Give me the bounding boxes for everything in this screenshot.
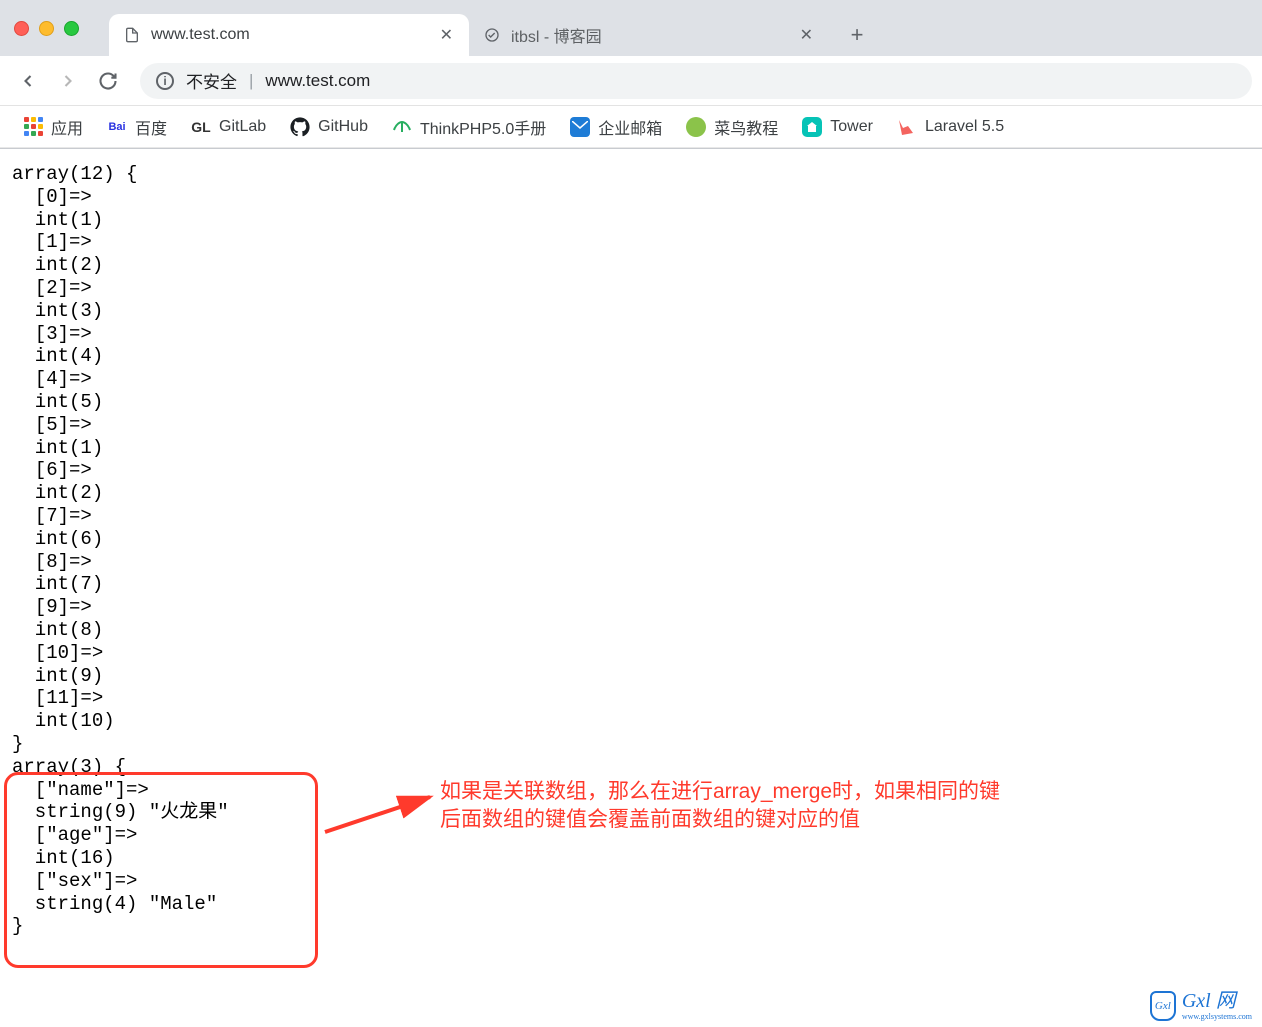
apps-icon	[24, 117, 43, 136]
php-output-array2: array(3) { ["name"]=> string(9) "火龙果" ["…	[12, 756, 229, 938]
toolbar: i 不安全 | www.test.com	[0, 56, 1262, 106]
baidu-icon: Bai	[107, 117, 127, 137]
page-favicon-icon	[483, 26, 501, 44]
new-tab-button[interactable]: +	[841, 19, 873, 51]
tab-title: itbsl - 博客园	[511, 23, 798, 47]
annotation-text: 如果是关联数组，那么在进行array_merge时，如果相同的键 后面数组的键值…	[440, 778, 1000, 835]
reload-button[interactable]	[90, 63, 126, 99]
tab-inactive[interactable]: itbsl - 博客园 ✕	[469, 14, 829, 56]
separator: |	[249, 71, 253, 91]
back-button[interactable]	[10, 63, 46, 99]
bookmark-thinkphp[interactable]: ThinkPHP5.0手册	[384, 111, 554, 143]
url-text: www.test.com	[265, 71, 370, 91]
tower-icon	[802, 117, 822, 137]
bookmark-label: GitLab	[219, 118, 266, 136]
address-bar[interactable]: i 不安全 | www.test.com	[140, 63, 1252, 99]
annotation-line2: 后面数组的键值会覆盖前面数组的键对应的值	[440, 806, 1000, 834]
bookmark-apps[interactable]: 应用	[16, 111, 91, 143]
watermark-url: www.gxlsystems.com	[1182, 1012, 1252, 1021]
gitlab-icon: GL	[191, 117, 211, 137]
annotation-line1: 如果是关联数组，那么在进行array_merge时，如果相同的键	[440, 778, 1000, 806]
bookmark-label: 菜鸟教程	[714, 115, 778, 139]
bookmark-label: ThinkPHP5.0手册	[420, 115, 546, 139]
bookmark-label: 百度	[135, 115, 167, 139]
bookmark-laravel[interactable]: Laravel 5.5	[889, 113, 1012, 141]
window-controls	[14, 21, 79, 36]
site-info-icon[interactable]: i	[156, 72, 174, 90]
thinkphp-icon	[392, 117, 412, 137]
bookmark-tower[interactable]: Tower	[794, 113, 881, 141]
mail-icon	[570, 117, 590, 137]
watermark-shield-icon: Gxl	[1150, 991, 1176, 1021]
github-icon	[290, 117, 310, 137]
bookmark-mail[interactable]: 企业邮箱	[562, 111, 670, 143]
bookmark-gitlab[interactable]: GL GitLab	[183, 113, 274, 141]
bookmark-github[interactable]: GitHub	[282, 113, 376, 141]
minimize-window-icon[interactable]	[39, 21, 54, 36]
bookmark-label: Tower	[830, 118, 873, 136]
tab-strip: www.test.com ✕ itbsl - 博客园 ✕ +	[109, 14, 873, 56]
bookmark-runoob[interactable]: 菜鸟教程	[678, 111, 786, 143]
page-favicon-icon	[123, 26, 141, 44]
bookmark-baidu[interactable]: Bai 百度	[99, 111, 175, 143]
titlebar: www.test.com ✕ itbsl - 博客园 ✕ +	[0, 0, 1262, 56]
watermark-title: Gxl 网	[1182, 990, 1236, 1012]
tab-active[interactable]: www.test.com ✕	[109, 14, 469, 56]
security-status: 不安全	[186, 68, 237, 93]
runoob-icon	[686, 117, 706, 137]
bookmark-label: 应用	[51, 115, 83, 139]
tab-title: www.test.com	[151, 26, 438, 44]
bookmark-label: Laravel 5.5	[925, 118, 1004, 136]
watermark-badge: Gxl	[1155, 1000, 1171, 1012]
close-tab-icon[interactable]: ✕	[798, 23, 815, 47]
laravel-icon	[897, 117, 917, 137]
php-output-array1: array(12) { [0]=> int(1) [1]=> int(2) [2…	[12, 163, 137, 755]
bookmark-label: 企业邮箱	[598, 115, 662, 139]
close-window-icon[interactable]	[14, 21, 29, 36]
forward-button[interactable]	[50, 63, 86, 99]
browser-chrome: www.test.com ✕ itbsl - 博客园 ✕ +	[0, 0, 1262, 149]
watermark: Gxl Gxl 网 www.gxlsystems.com	[1150, 991, 1252, 1021]
bookmarks-bar: 应用 Bai 百度 GL GitLab GitHub ThinkPHP5.0手册	[0, 106, 1262, 148]
bookmark-label: GitHub	[318, 118, 368, 136]
maximize-window-icon[interactable]	[64, 21, 79, 36]
close-tab-icon[interactable]: ✕	[438, 23, 455, 47]
